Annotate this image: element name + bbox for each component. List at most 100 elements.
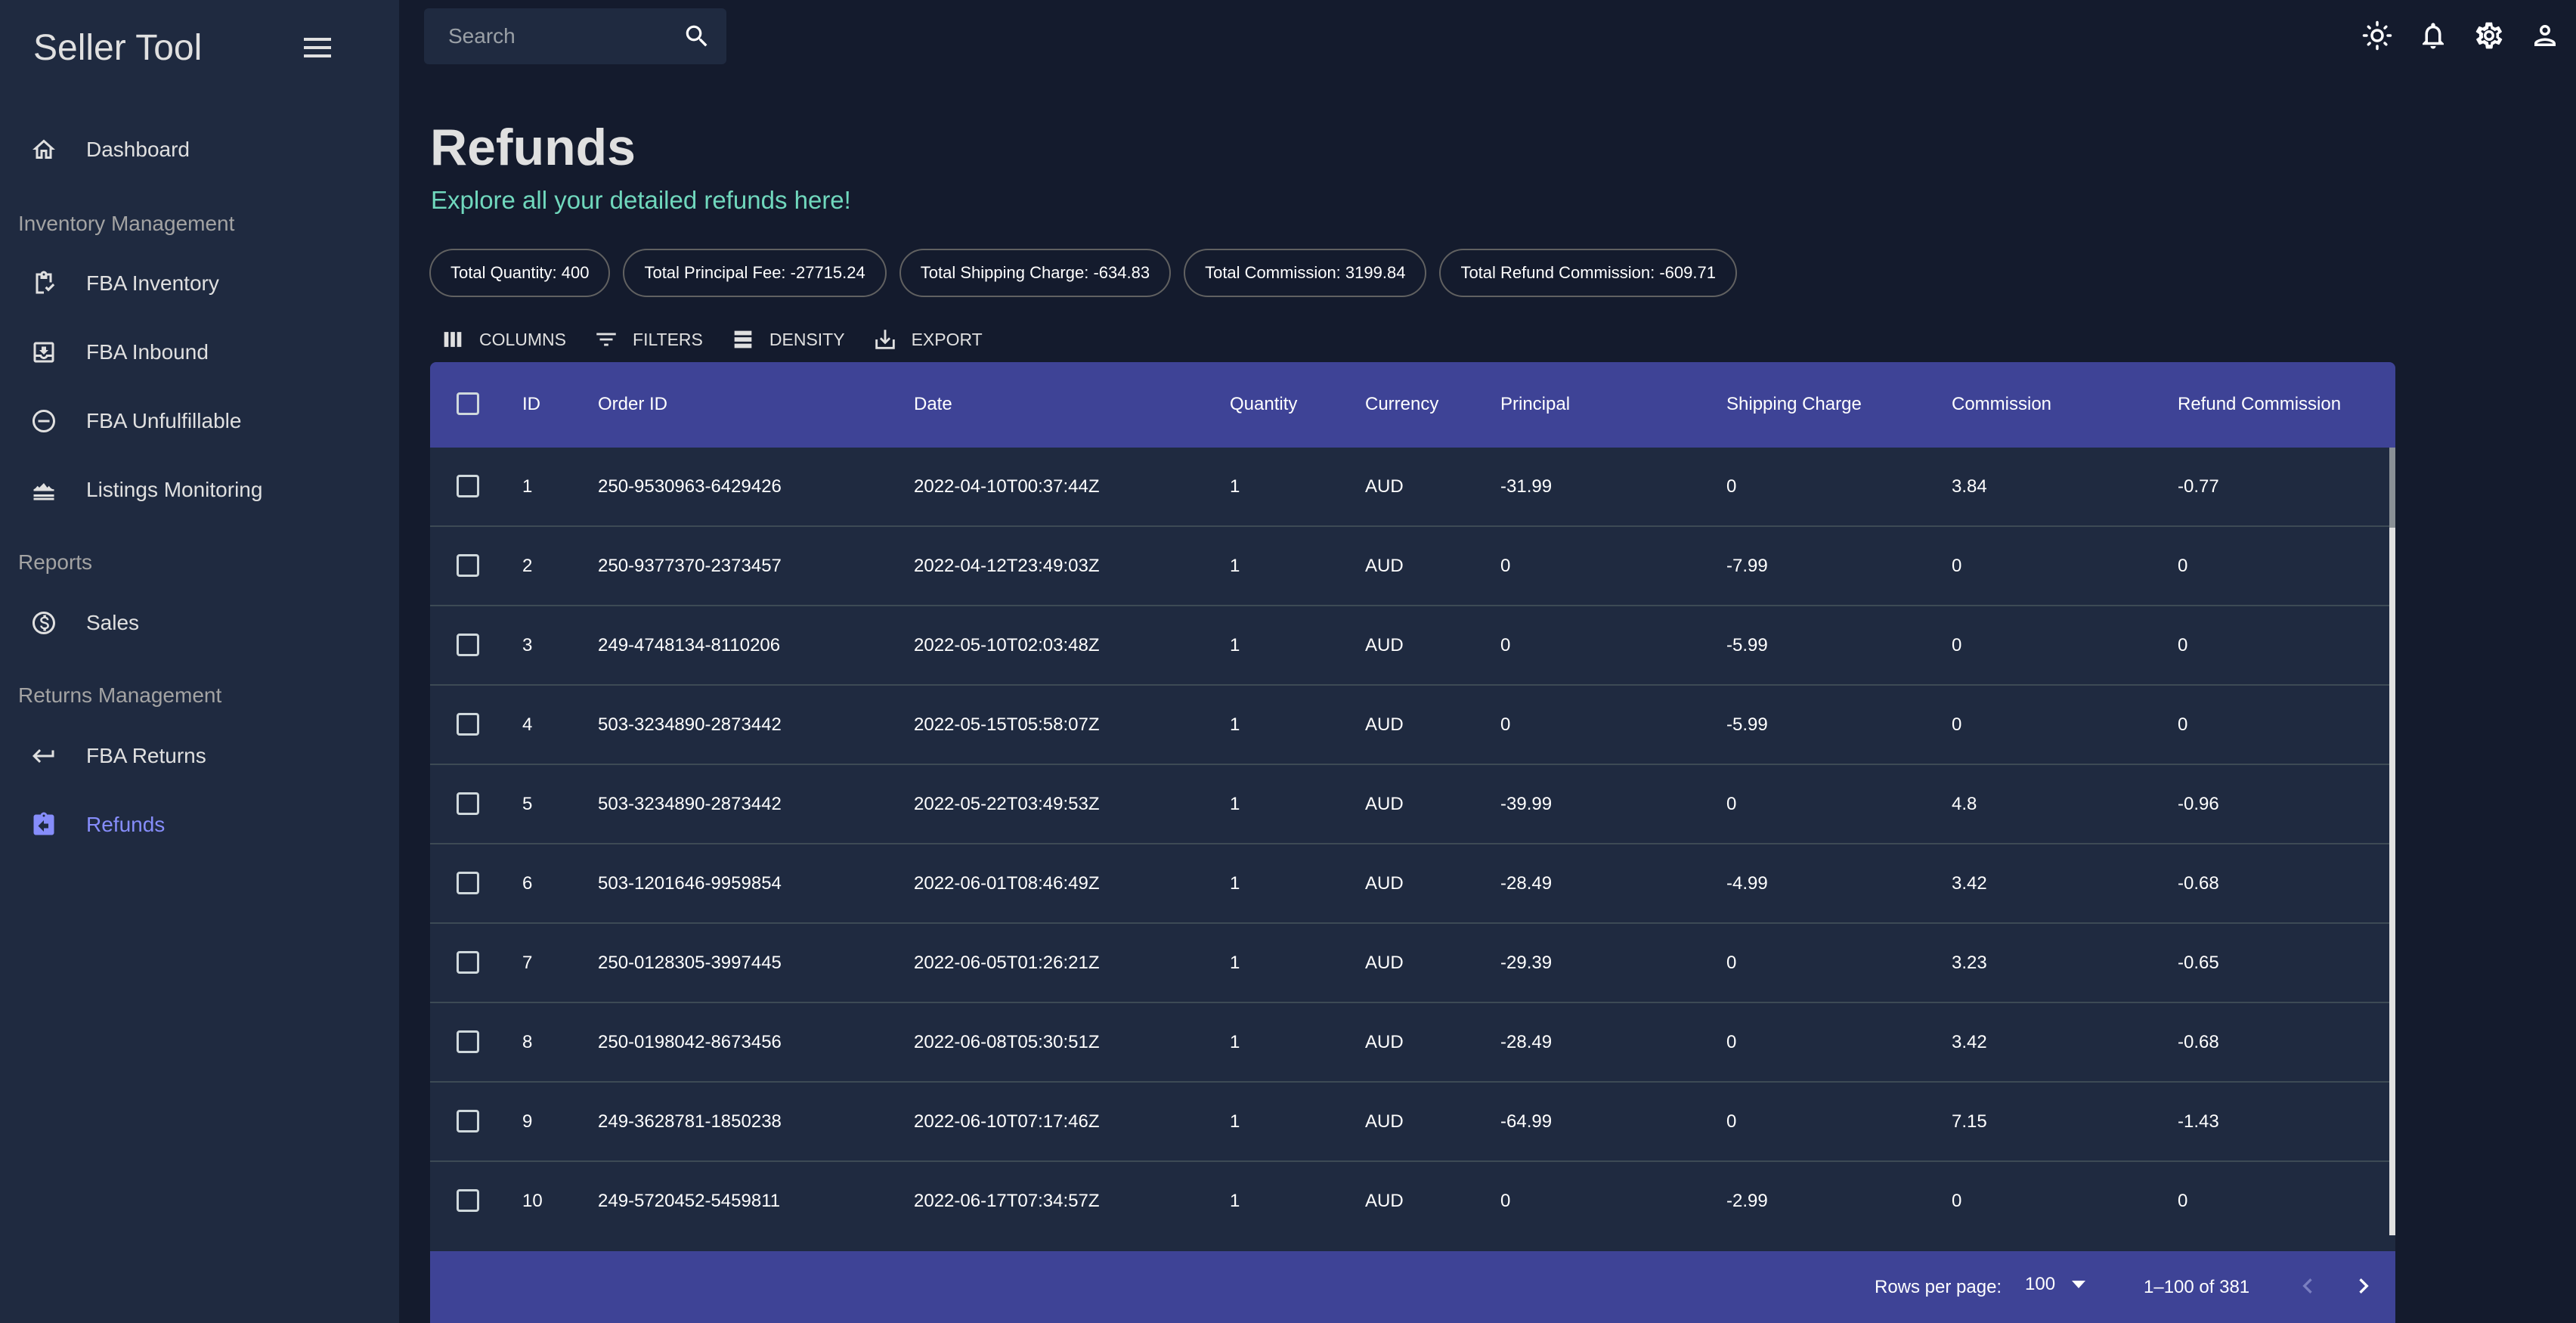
cell-order-id: 250-9377370-2373457 bbox=[598, 556, 782, 576]
home-icon bbox=[33, 139, 55, 159]
inbox-download-icon bbox=[33, 342, 54, 363]
clipboard-check-icon bbox=[36, 271, 55, 294]
column-header-refund-commission[interactable]: Refund Commission bbox=[2178, 394, 2341, 415]
sidebar-section-inventory: Inventory Management bbox=[18, 212, 235, 235]
cell-quantity: 1 bbox=[1230, 794, 1240, 814]
column-header-shipping-charge[interactable]: Shipping Charge bbox=[1726, 394, 1862, 415]
sidebar-item-refunds[interactable]: Refunds bbox=[0, 795, 399, 855]
row-select-checkbox[interactable] bbox=[457, 634, 479, 656]
remove-circle-icon bbox=[33, 410, 55, 432]
cell-currency: AUD bbox=[1365, 476, 1404, 497]
sidebar-item-dashboard[interactable]: Dashboard bbox=[0, 119, 399, 180]
sidebar-item-fba-returns[interactable]: FBA Returns bbox=[0, 726, 399, 786]
previous-page-icon[interactable] bbox=[2293, 1271, 2323, 1301]
table-row[interactable]: 2 250-9377370-2373457 2022-04-12T23:49:03Z… bbox=[430, 527, 2389, 606]
column-header-currency[interactable]: Currency bbox=[1365, 394, 1438, 415]
table-row[interactable]: 4 503-3234890-2873442 2022-05-15T05:58:07Z… bbox=[430, 686, 2389, 765]
sidebar-item-fba-unfulfillable[interactable]: FBA Unfulfillable bbox=[0, 391, 399, 451]
table-row[interactable]: 9 249-3628781-1850238 2022-06-10T07:17:46Z… bbox=[430, 1083, 2389, 1162]
column-header-id[interactable]: ID bbox=[522, 394, 540, 415]
settings-icon[interactable] bbox=[2473, 20, 2505, 51]
sidebar-item-sales[interactable]: Sales bbox=[0, 593, 399, 653]
cell-commission: 4.8 bbox=[1952, 794, 1977, 814]
sidebar-item-fba-inbound[interactable]: FBA Inbound bbox=[0, 322, 399, 383]
table-row[interactable]: 8 250-0198042-8673456 2022-06-08T05:30:51Z… bbox=[430, 1003, 2389, 1083]
sidebar-item-label: FBA Inbound bbox=[86, 340, 209, 364]
row-select-checkbox[interactable] bbox=[457, 1030, 479, 1053]
cell-quantity: 1 bbox=[1230, 1111, 1240, 1132]
column-header-principal[interactable]: Principal bbox=[1500, 394, 1570, 415]
vertical-scrollbar[interactable] bbox=[2389, 448, 2395, 1235]
cell-principal: -39.99 bbox=[1500, 794, 1553, 814]
table-row[interactable]: 7 250-0128305-3997445 2022-06-05T01:26:21Z… bbox=[430, 924, 2389, 1003]
columns-button[interactable]: COLUMNS bbox=[440, 327, 566, 352]
menu-toggle-button[interactable] bbox=[304, 38, 331, 60]
cell-order-id: 250-0198042-8673456 bbox=[598, 1032, 782, 1052]
cell-shipping-charge: -5.99 bbox=[1726, 714, 1768, 735]
row-select-checkbox[interactable] bbox=[457, 554, 479, 577]
row-select-checkbox[interactable] bbox=[457, 872, 479, 894]
table-row[interactable]: 1 250-9530963-6429426 2022-04-10T00:37:44Z… bbox=[430, 448, 2389, 527]
cell-principal: -28.49 bbox=[1500, 1032, 1553, 1052]
total-refund-commission-chip: Total Refund Commission: -609.71 bbox=[1439, 249, 1737, 297]
column-header-quantity[interactable]: Quantity bbox=[1230, 394, 1297, 415]
notifications-icon[interactable] bbox=[2417, 20, 2449, 51]
cell-date: 2022-06-17T07:34:57Z bbox=[914, 1191, 1100, 1211]
person-icon[interactable] bbox=[2529, 20, 2561, 51]
dropdown-arrow-icon bbox=[2072, 1281, 2086, 1288]
cell-shipping-charge: 0 bbox=[1726, 1032, 1737, 1052]
refunds-data-grid: ID Order ID Date Quantity Currency Princ… bbox=[430, 362, 2395, 1323]
sidebar-section-reports: Reports bbox=[18, 550, 93, 574]
row-select-checkbox[interactable] bbox=[457, 713, 479, 736]
cell-quantity: 1 bbox=[1230, 873, 1240, 894]
cell-id: 3 bbox=[522, 635, 533, 655]
table-row[interactable]: 3 249-4748134-8110206 2022-05-10T02:03:48Z… bbox=[430, 606, 2389, 686]
cell-principal: 0 bbox=[1500, 635, 1511, 655]
scrollbar-thumb[interactable] bbox=[2389, 448, 2395, 528]
density-button[interactable]: DENSITY bbox=[730, 327, 845, 352]
cell-id: 2 bbox=[522, 556, 533, 576]
table-row[interactable]: 10 249-5720452-5459811 2022-06-17T07:34:57… bbox=[430, 1162, 2389, 1235]
filters-button[interactable]: FILTERS bbox=[593, 327, 703, 352]
table-row[interactable]: 6 503-1201646-9959854 2022-06-01T08:46:49Z… bbox=[430, 844, 2389, 924]
sidebar-item-listings-monitoring[interactable]: Listings Monitoring bbox=[0, 460, 399, 520]
cell-commission: 3.84 bbox=[1952, 476, 1987, 497]
cell-shipping-charge: 0 bbox=[1726, 1111, 1737, 1132]
cell-shipping-charge: -4.99 bbox=[1726, 873, 1768, 894]
sidebar-item-fba-inventory[interactable]: FBA Inventory bbox=[0, 253, 399, 314]
cell-id: 6 bbox=[522, 873, 533, 894]
cell-commission: 3.42 bbox=[1952, 1032, 1987, 1052]
cell-date: 2022-05-22T03:49:53Z bbox=[914, 794, 1100, 814]
row-select-checkbox[interactable] bbox=[457, 792, 479, 815]
cell-date: 2022-06-08T05:30:51Z bbox=[914, 1032, 1100, 1052]
rows-per-page-select[interactable]: 100 bbox=[2025, 1274, 2086, 1295]
light-mode-icon[interactable] bbox=[2361, 20, 2393, 51]
row-select-checkbox[interactable] bbox=[457, 475, 479, 497]
sidebar-item-label: Listings Monitoring bbox=[86, 478, 263, 501]
cell-quantity: 1 bbox=[1230, 476, 1240, 497]
column-header-date[interactable]: Date bbox=[914, 394, 952, 415]
select-all-checkbox[interactable] bbox=[457, 392, 479, 415]
grid-header: ID Order ID Date Quantity Currency Princ… bbox=[430, 362, 2395, 448]
row-select-checkbox[interactable] bbox=[457, 1189, 479, 1212]
export-button[interactable]: EXPORT bbox=[872, 327, 983, 352]
total-quantity-chip: Total Quantity: 400 bbox=[429, 249, 611, 297]
cell-currency: AUD bbox=[1365, 1191, 1404, 1211]
row-select-checkbox[interactable] bbox=[457, 951, 479, 974]
cell-principal: 0 bbox=[1500, 556, 1511, 576]
search-icon[interactable] bbox=[683, 22, 711, 51]
cell-refund-commission: -0.77 bbox=[2178, 476, 2219, 497]
search-input[interactable] bbox=[448, 22, 667, 51]
next-page-icon[interactable] bbox=[2348, 1271, 2379, 1301]
column-header-commission[interactable]: Commission bbox=[1952, 394, 2051, 415]
cell-date: 2022-06-01T08:46:49Z bbox=[914, 873, 1100, 894]
cell-commission: 0 bbox=[1952, 556, 1962, 576]
row-select-checkbox[interactable] bbox=[457, 1110, 479, 1132]
cell-id: 7 bbox=[522, 953, 533, 973]
table-row[interactable]: 5 503-3234890-2873442 2022-05-22T03:49:53Z… bbox=[430, 765, 2389, 844]
density-icon bbox=[734, 330, 752, 349]
hamburger-icon bbox=[304, 38, 331, 41]
cell-refund-commission: -0.65 bbox=[2178, 953, 2219, 973]
column-header-order-id[interactable]: Order ID bbox=[598, 394, 667, 415]
cell-currency: AUD bbox=[1365, 556, 1404, 576]
